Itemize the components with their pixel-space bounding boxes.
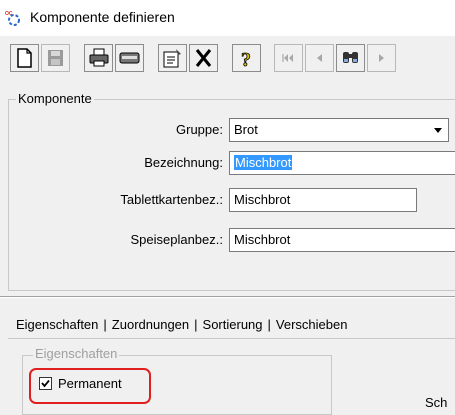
checkmark-icon — [41, 379, 50, 388]
permanent-label[interactable]: Permanent — [58, 376, 122, 391]
divider-highlight — [0, 297, 455, 298]
tab-zuordnungen[interactable]: Zuordnungen — [112, 317, 189, 332]
tab-verschieben[interactable]: Verschieben — [276, 317, 348, 332]
svg-text:?: ? — [241, 49, 251, 71]
gruppe-select[interactable]: Brot — [229, 118, 449, 142]
tablettkarten-label: Tablettkartenbez.: — [120, 192, 223, 207]
delete-icon — [195, 49, 212, 67]
next-record-icon — [379, 54, 384, 62]
eigenschaften-legend: Eigenschaften — [33, 346, 120, 361]
gruppe-label: Gruppe: — [176, 122, 223, 137]
cut-off-label: Sch — [425, 395, 448, 410]
previous-record-button[interactable] — [305, 44, 334, 72]
tab-underline — [8, 338, 455, 339]
window-title: Komponente definieren — [30, 9, 175, 25]
speiseplan-input[interactable]: Mischbrot — [229, 228, 455, 252]
new-button[interactable] — [10, 44, 39, 72]
next-record-button[interactable] — [367, 44, 396, 72]
help-icon: ? — [241, 49, 252, 71]
tab-separator: | — [267, 317, 271, 332]
search-button[interactable] — [336, 44, 365, 72]
first-record-icon — [282, 54, 293, 62]
tab-eigenschaften[interactable]: Eigenschaften — [16, 317, 98, 332]
save-icon — [48, 50, 63, 66]
previous-record-icon — [317, 54, 322, 62]
tab-strip: Eigenschaften | Zuordnungen | Sortierung | Ver… — [16, 317, 347, 332]
component-app-icon: oc — [5, 10, 20, 26]
print-preview-icon — [119, 52, 140, 64]
first-record-button[interactable] — [274, 44, 303, 72]
print-preview-button[interactable] — [115, 44, 144, 72]
search-icon — [343, 52, 358, 63]
save-button[interactable] — [41, 44, 70, 72]
help-button[interactable]: ? — [232, 44, 261, 72]
permanent-checkbox[interactable] — [39, 377, 52, 390]
title-bar: oc Komponente definieren — [0, 0, 455, 36]
bezeichnung-value: Mischbrot — [234, 155, 293, 170]
tab-sortierung[interactable]: Sortierung — [203, 317, 263, 332]
properties-button[interactable] — [158, 44, 187, 72]
properties-icon — [163, 49, 181, 68]
speiseplan-value: Mischbrot — [234, 232, 291, 247]
chevron-down-icon[interactable] — [429, 120, 447, 140]
bezeichnung-input[interactable]: Mischbrot — [229, 151, 455, 175]
toolbar: ? — [0, 38, 455, 80]
new-icon — [17, 48, 32, 68]
komponente-legend: Komponente — [16, 91, 94, 106]
print-button[interactable] — [84, 44, 113, 72]
tab-separator: | — [103, 317, 107, 332]
delete-button[interactable] — [189, 44, 218, 72]
tab-separator: | — [194, 317, 198, 332]
print-icon — [89, 48, 109, 67]
speiseplan-label: Speiseplanbez.: — [130, 232, 223, 247]
tablettkarten-value: Mischbrot — [234, 192, 291, 207]
tablettkarten-input[interactable]: Mischbrot — [229, 188, 417, 212]
bezeichnung-label: Bezeichnung: — [144, 155, 223, 170]
gruppe-value: Brot — [234, 122, 258, 137]
